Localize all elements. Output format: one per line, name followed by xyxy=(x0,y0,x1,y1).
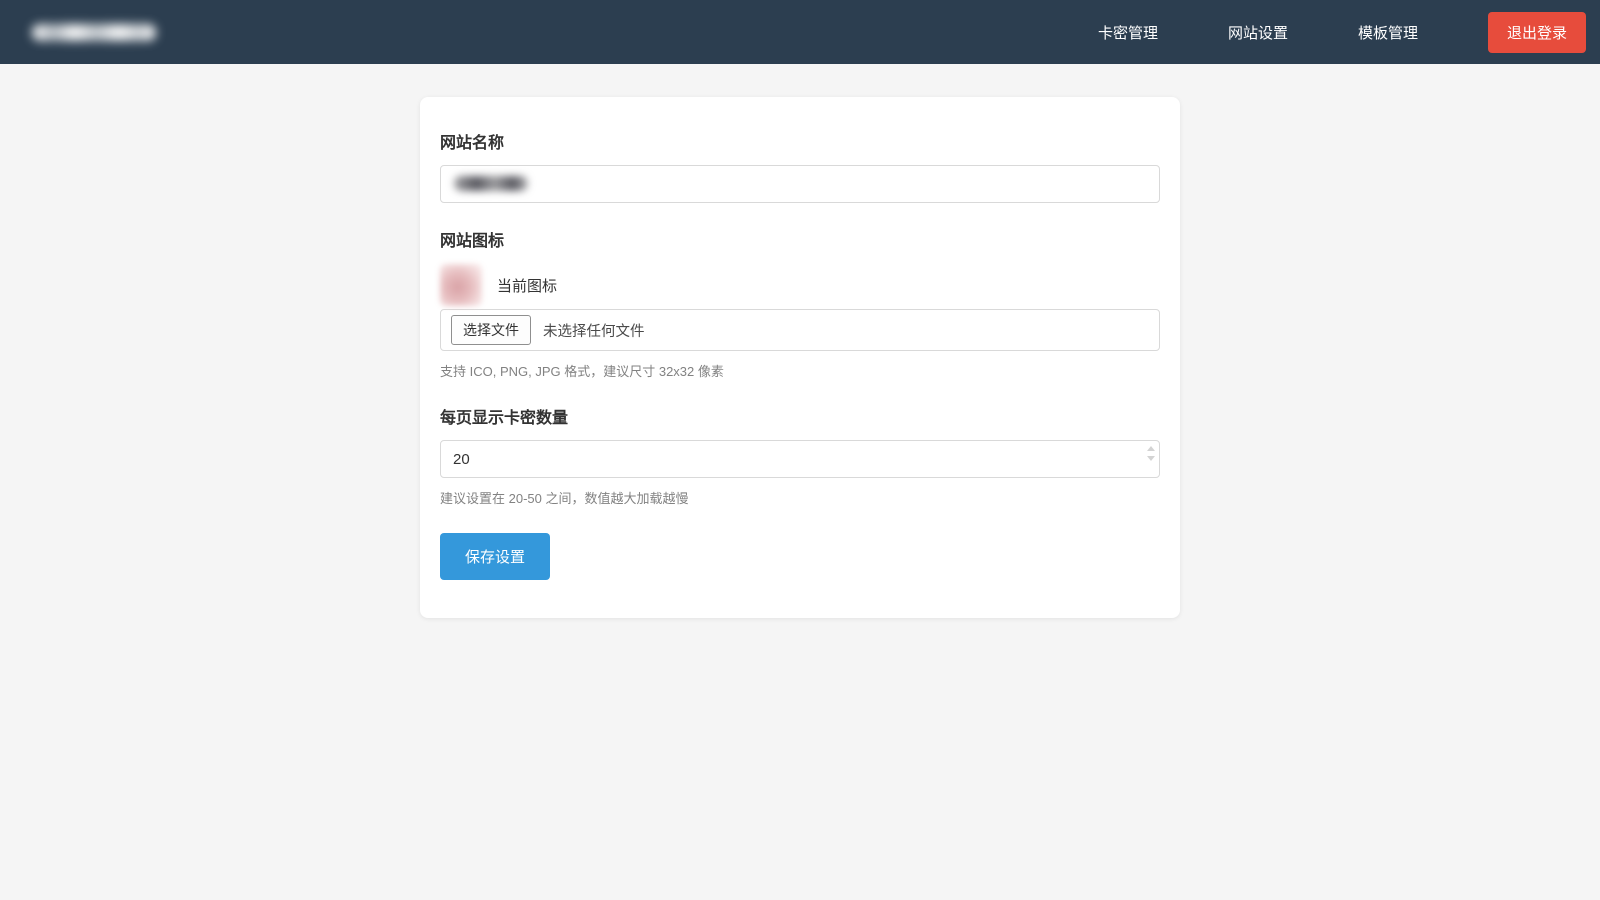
icon-file-input[interactable]: 选择文件 未选择任何文件 xyxy=(440,309,1160,351)
current-icon-caption: 当前图标 xyxy=(497,275,557,296)
per-page-group: 每页显示卡密数量 建议设置在 20-50 之间，数值越大加载越慢 xyxy=(440,404,1160,507)
site-name-input[interactable] xyxy=(440,165,1160,203)
nav-item-card-key-management[interactable]: 卡密管理 xyxy=(1098,22,1158,43)
current-favicon-image-blurred xyxy=(440,264,482,306)
file-status-text: 未选择任何文件 xyxy=(543,320,645,341)
site-icon-group: 网站图标 当前图标 选择文件 未选择任何文件 支持 ICO, PNG, JPG … xyxy=(440,227,1160,380)
site-settings-card: 网站名称 网站图标 当前图标 选择文件 未选择任何文件 支持 ICO, PNG,… xyxy=(420,97,1180,618)
save-settings-button[interactable]: 保存设置 xyxy=(440,533,550,580)
nav-item-site-settings[interactable]: 网站设置 xyxy=(1228,22,1288,43)
nav-item-template-management[interactable]: 模板管理 xyxy=(1358,22,1418,43)
site-icon-label: 网站图标 xyxy=(440,227,1160,251)
per-page-hint: 建议设置在 20-50 之间，数值越大加载越慢 xyxy=(440,488,1160,507)
site-title-blurred xyxy=(32,24,156,41)
choose-file-button[interactable]: 选择文件 xyxy=(451,315,531,345)
per-page-label: 每页显示卡密数量 xyxy=(440,404,1160,428)
site-name-label: 网站名称 xyxy=(440,129,1160,153)
per-page-input[interactable] xyxy=(440,440,1160,478)
main-nav: 卡密管理 网站设置 模板管理 退出登录 xyxy=(1098,12,1586,53)
top-nav-bar: 卡密管理 网站设置 模板管理 退出登录 xyxy=(0,0,1600,64)
current-icon-row: 当前图标 xyxy=(440,263,1160,307)
page-content: 网站名称 网站图标 当前图标 选择文件 未选择任何文件 支持 ICO, PNG,… xyxy=(0,97,1600,618)
logout-button[interactable]: 退出登录 xyxy=(1488,12,1586,53)
site-name-group: 网站名称 xyxy=(440,129,1160,203)
icon-format-hint: 支持 ICO, PNG, JPG 格式，建议尺寸 32x32 像素 xyxy=(440,361,1160,380)
